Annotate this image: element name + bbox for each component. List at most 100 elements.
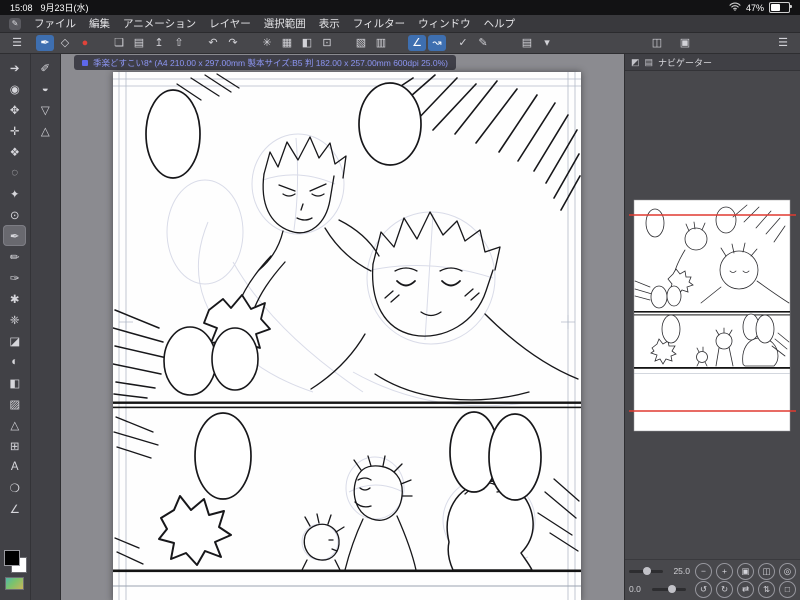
zoom-in-button[interactable]: + — [716, 562, 733, 580]
flip-vertical-button[interactable]: ⇅ — [758, 580, 775, 598]
subtool-ruler-icon[interactable]: △ — [34, 120, 57, 141]
snap-line-icon[interactable]: ∠ — [408, 35, 426, 51]
menu-window[interactable]: ウィンドウ — [418, 16, 471, 31]
rotate-left-button[interactable]: ↺ — [695, 580, 712, 598]
tool-brush[interactable]: ✑ — [3, 267, 26, 288]
workspace-icon[interactable]: ◫ — [648, 35, 666, 51]
flash-balloon — [158, 495, 232, 566]
layer-quick-icon[interactable]: ▤ — [518, 35, 536, 51]
save-icon[interactable]: ↥ — [150, 35, 168, 51]
check-icon[interactable]: ✓ — [454, 35, 472, 51]
panel-list-icon[interactable]: ▤ — [645, 57, 654, 68]
navigator-thumbnail[interactable] — [629, 193, 796, 438]
new-canvas-icon[interactable]: ❏ — [110, 35, 128, 51]
pen-quick-icon[interactable]: ✒ — [36, 35, 54, 51]
clip-studio-paint-screen: 15:08 9月23日(水) 47% ✎ ファイル 編集 アニメーション レイヤー 選択… — [0, 0, 800, 600]
toolbar-icons: ☰ ✒ ◇ ● ❏ ▤ ↥ ⇧ ↶ ↷ ✳ ▦ ◧ ⊡ ▧ ▥ ∠ ↝ ✓ ✎ ▤ ▾ — [8, 35, 556, 51]
panel-border — [113, 406, 581, 409]
subtool-pen-icon[interactable]: ✐ — [34, 57, 57, 78]
crop-icon[interactable]: ⊡ — [318, 35, 336, 51]
tool-move[interactable]: ✛ — [3, 120, 26, 141]
subtool-eraser-icon[interactable]: ◒ — [34, 78, 57, 99]
rotation-slider[interactable] — [652, 584, 686, 593]
canvas-page[interactable] — [113, 72, 581, 600]
panel-1-art — [113, 73, 581, 401]
tool-hand[interactable]: ✥ — [3, 99, 26, 120]
pattern-icon[interactable]: ▥ — [372, 35, 390, 51]
tool-fill[interactable]: ◧ — [3, 372, 26, 393]
dropdown-icon[interactable]: ▾ — [538, 35, 556, 51]
battery-icon — [769, 2, 792, 13]
ipad-status-bar: 15:08 9月23日(水) 47% — [0, 0, 800, 15]
tool-blend[interactable]: ◐ — [3, 351, 26, 372]
fit-screen-button[interactable]: ▣ — [737, 562, 754, 580]
tool-eraser[interactable]: ◪ — [3, 330, 26, 351]
tool-figure[interactable]: △ — [3, 414, 26, 435]
battery-percent: 47% — [745, 2, 764, 13]
wifi-icon — [729, 2, 741, 13]
flip-horizontal-button[interactable]: ⇄ — [737, 580, 754, 598]
rotate-right-button[interactable]: ↻ — [716, 580, 733, 598]
tool-decoration[interactable]: ❈ — [3, 309, 26, 330]
overflow-menu-icon[interactable]: ☰ — [774, 35, 792, 51]
tool-gradient[interactable]: ▨ — [3, 393, 26, 414]
zoom-slider-knob[interactable] — [643, 566, 652, 575]
reset-view-button[interactable]: □ — [779, 580, 796, 598]
fit-width-button[interactable]: ◫ — [758, 562, 775, 580]
gradient-color-chip[interactable] — [4, 577, 24, 590]
menu-file[interactable]: ファイル — [34, 16, 76, 31]
menu-layer[interactable]: レイヤー — [209, 16, 251, 31]
menu-help[interactable]: ヘルプ — [484, 16, 516, 31]
actual-size-button[interactable]: ◎ — [779, 562, 796, 580]
tool-correct-line[interactable]: ∠ — [3, 498, 26, 519]
tool-zoom[interactable]: ◉ — [3, 78, 26, 99]
undo-icon[interactable]: ↶ — [204, 35, 222, 51]
main-color-swatch[interactable] — [3, 550, 20, 566]
main-menu-icon[interactable]: ☰ — [8, 35, 26, 51]
tool-text[interactable]: A — [3, 456, 26, 477]
canvas-artwork — [113, 72, 581, 600]
snap-curve-icon[interactable]: ↝ — [428, 35, 446, 51]
menu-view[interactable]: 表示 — [319, 16, 340, 31]
export-icon[interactable]: ⇧ — [170, 35, 188, 51]
navigator-panel: ◩ ▤ ナビゲーター 25.0 − + ▣ ◫ ◎ 0.0 ↺ ↻ ⇄ ⇅ □ — [624, 54, 800, 600]
cloud-balloon — [163, 326, 217, 396]
palette-dock-icon[interactable]: ▣ — [676, 35, 694, 51]
status-date: 9月23日(水) — [40, 3, 89, 13]
tool-object[interactable]: ❖ — [3, 141, 26, 162]
tool-frame-border[interactable]: ⊞ — [3, 435, 26, 456]
document-modified-icon — [82, 59, 88, 66]
tool-operation[interactable]: ➔ — [3, 57, 26, 78]
rotation-slider-knob[interactable] — [667, 584, 676, 593]
menu-filter[interactable]: フィルター — [353, 16, 405, 31]
zoom-out-button[interactable]: − — [695, 562, 712, 580]
open-file-icon[interactable]: ▤ — [130, 35, 148, 51]
document-tab[interactable]: 季楽どすこい8* (A4 210.00 x 297.00mm 製本サイズ:B5 … — [74, 55, 457, 70]
tool-lasso-select[interactable]: ◌ — [3, 162, 26, 183]
tool-balloon[interactable]: ❍ — [3, 477, 26, 498]
redo-icon[interactable]: ↷ — [224, 35, 242, 51]
tool-airbrush[interactable]: ✱ — [3, 288, 26, 309]
fill-quick-icon[interactable]: ◧ — [298, 35, 316, 51]
tool-pen[interactable]: ✒ — [3, 225, 27, 246]
menu-edit[interactable]: 編集 — [89, 16, 110, 31]
clear-icon[interactable]: ✳ — [258, 35, 276, 51]
edit-line-icon[interactable]: ✎ — [474, 35, 492, 51]
eraser-quick-icon[interactable]: ◇ — [56, 35, 74, 51]
menu-animation[interactable]: アニメーション — [123, 16, 196, 31]
grid-icon[interactable]: ▦ — [278, 35, 296, 51]
status-time: 15:08 — [10, 2, 33, 13]
tool-eyedropper[interactable]: ⊙ — [3, 204, 26, 225]
panel-border — [113, 401, 581, 404]
tool-pencil[interactable]: ✏ — [3, 246, 26, 267]
zoom-slider[interactable] — [629, 566, 663, 575]
subtool-select-icon[interactable]: ▽ — [34, 99, 57, 120]
menu-selection[interactable]: 選択範囲 — [264, 16, 306, 31]
speech-balloon — [488, 413, 542, 501]
rotation-value: 0.0 — [629, 584, 641, 594]
timelapse-record-icon[interactable]: ● — [76, 35, 94, 51]
material-icon[interactable]: ▧ — [352, 35, 370, 51]
tool-auto-select[interactable]: ✦ — [3, 183, 26, 204]
app-icon[interactable]: ✎ — [9, 17, 21, 30]
panel-tab-icon[interactable]: ◩ — [631, 57, 640, 68]
